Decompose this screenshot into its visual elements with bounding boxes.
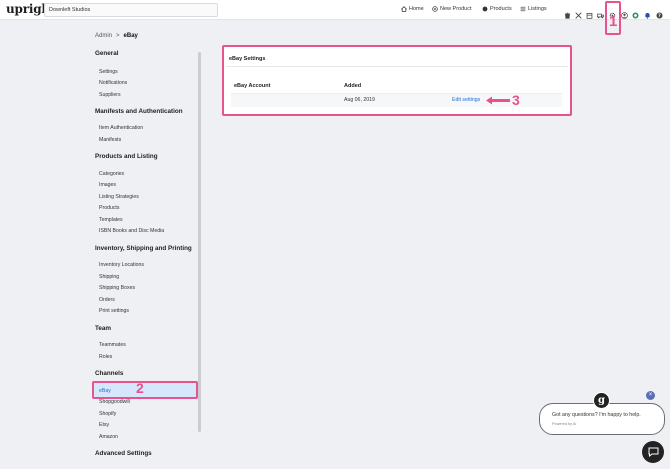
plus-circle-icon (432, 6, 438, 12)
tag-icon (482, 6, 488, 12)
chat-avatar: g (593, 392, 610, 409)
sidebar-item-teammates[interactable]: Teammates (99, 342, 126, 348)
nav-home-label: Home (409, 6, 424, 12)
truck-icon[interactable] (597, 6, 604, 19)
nav-products[interactable]: Products (482, 6, 512, 12)
section-title-channels: Channels (95, 370, 124, 377)
question-icon[interactable]: ? (656, 6, 663, 19)
home-icon (401, 6, 407, 12)
user-icon[interactable] (621, 6, 628, 19)
nav-new-product[interactable]: New Product (432, 6, 472, 12)
store-selector[interactable]: Downleft Studios (44, 3, 218, 17)
breadcrumb-separator: > (116, 33, 120, 39)
sidebar-item-listing-strategies[interactable]: Listing Strategies (99, 194, 139, 200)
section-title-products-listing: Products and Listing (95, 153, 158, 160)
sidebar-item-roles[interactable]: Roles (99, 354, 112, 360)
chat-message: Got any questions? I'm happy to help. (552, 412, 641, 418)
nav-new-product-label: New Product (440, 6, 472, 12)
sidebar-item-inventory-locations[interactable]: Inventory Locations (99, 262, 144, 268)
svg-text:?: ? (658, 13, 661, 19)
trash-icon[interactable] (564, 6, 571, 19)
sidebar-item-isbn[interactable]: ISBN Books and Disc Media (99, 228, 164, 234)
sidebar-scrollbar[interactable] (198, 52, 201, 432)
nav-listings[interactable]: Listings (520, 6, 547, 12)
sidebar-item-shopify[interactable]: Shopify (99, 411, 116, 417)
sidebar-item-products[interactable]: Products (99, 205, 119, 211)
sidebar-item-amazon[interactable]: Amazon (99, 434, 118, 440)
list-icon (520, 6, 526, 12)
section-title-manifests: Manifests and Authentication (95, 108, 183, 115)
breadcrumb: Admin > eBay (95, 33, 138, 39)
annotation-number-2: 2 (136, 380, 144, 396)
breadcrumb-admin[interactable]: Admin (95, 33, 112, 39)
annotation-arrow-icon (486, 96, 510, 105)
nav-home[interactable]: Home (401, 6, 424, 12)
breadcrumb-current: eBay (123, 33, 138, 39)
section-title-general: General (95, 50, 119, 57)
section-title-team: Team (95, 325, 111, 332)
sidebar-item-shopgoodwill[interactable]: Shopgoodwill (99, 399, 130, 405)
nav-listings-label: Listings (528, 6, 547, 12)
sidebar-item-etsy[interactable]: Etsy (99, 422, 109, 428)
sidebar-item-shipping-boxes[interactable]: Shipping Boxes (99, 285, 135, 291)
sidebar-item-manifests[interactable]: Manifests (99, 137, 121, 143)
chat-close-button[interactable]: × (646, 391, 655, 400)
sidebar-item-images[interactable]: Images (99, 182, 116, 188)
sidebar-item-suppliers[interactable]: Suppliers (99, 92, 121, 98)
sidebar-item-settings[interactable]: Settings (99, 69, 118, 75)
nav-products-label: Products (490, 6, 512, 12)
sidebar-item-orders[interactable]: Orders (99, 297, 115, 303)
sidebar-item-item-authentication[interactable]: Item Authentication (99, 125, 143, 131)
chat-launcher-button[interactable] (642, 441, 664, 463)
sidebar-item-categories[interactable]: Categories (99, 171, 124, 177)
box-icon[interactable] (586, 6, 593, 19)
sidebar-item-notifications[interactable]: Notifications (99, 80, 127, 86)
help-center-icon[interactable] (632, 6, 639, 19)
section-title-inventory: Inventory, Shipping and Printing (95, 245, 192, 252)
chat-powered-by: Powered by AI (552, 422, 577, 426)
annotation-number-1: 1 (609, 13, 618, 30)
annotation-box-2 (92, 381, 198, 399)
tools-icon[interactable] (575, 6, 582, 19)
sidebar-item-templates[interactable]: Templates (99, 217, 123, 223)
chat-icon (648, 447, 658, 457)
annotation-number-3: 3 (512, 92, 520, 108)
notification-bell-icon[interactable] (644, 6, 651, 19)
section-title-advanced: Advanced Settings (95, 450, 152, 457)
sidebar-item-print-settings[interactable]: Print settings (99, 308, 129, 314)
sidebar-item-shipping[interactable]: Shipping (99, 274, 119, 280)
